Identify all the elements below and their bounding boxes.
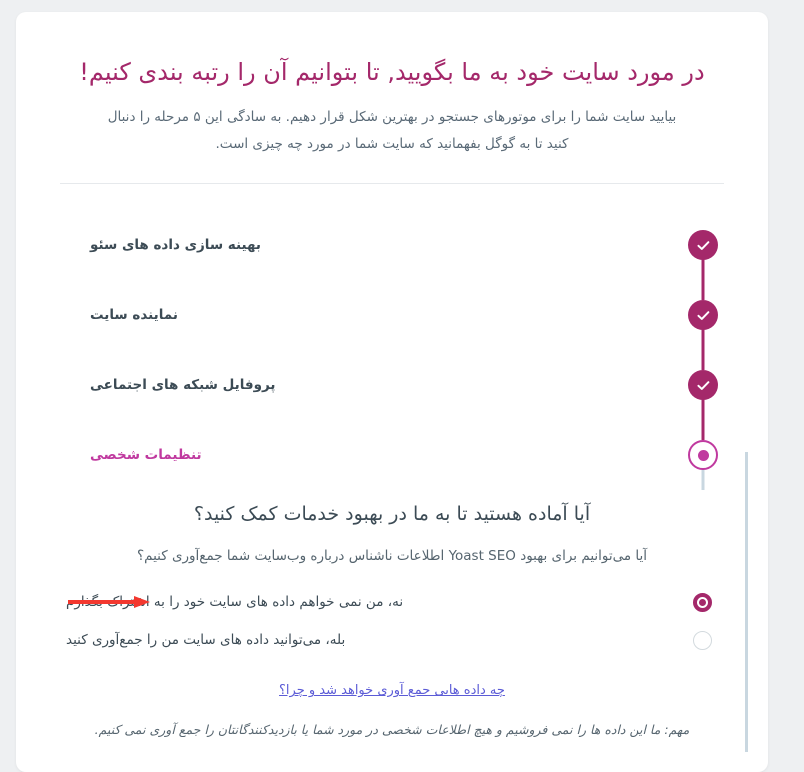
step-label: نماینده سایت <box>90 307 178 324</box>
step-marker-wrap <box>682 335 724 421</box>
intro-paragraph: بیایید سایت شما را برای موتورهای جستجو د… <box>107 109 677 152</box>
step-connector <box>701 405 705 441</box>
option-label: بله، می‌توانید داده های سایت من را جمع‌آ… <box>66 632 346 649</box>
stepper-tail-line <box>745 452 748 752</box>
step-item-personal-preferences[interactable]: تنظیمات شخصی <box>60 405 724 491</box>
step-label: پروفایل شبکه های اجتماعی <box>90 377 276 394</box>
step-connector <box>701 335 705 371</box>
radio-button-icon[interactable] <box>692 592 712 612</box>
check-icon <box>688 370 718 401</box>
step-marker-wrap <box>682 265 724 351</box>
dot-icon-core <box>697 449 709 461</box>
step-marker-wrap <box>682 405 724 491</box>
wizard-card-inner: در مورد سایت خود به ما بگویید, تا بتوانی… <box>16 12 768 740</box>
options-list: نه، من نمی خواهم داده های سایت خود را به… <box>60 583 724 659</box>
option-row-accept[interactable]: بله، می‌توانید داده های سایت من را جمع‌آ… <box>60 621 724 659</box>
page-title: در مورد سایت خود به ما بگویید, تا بتوانی… <box>79 58 705 86</box>
question-subtitle: آیا می‌توانیم برای بهبود Yoast SEO اطلاع… <box>136 547 648 564</box>
dot-icon <box>688 440 718 471</box>
step-connector <box>701 265 705 301</box>
radio-accept[interactable] <box>680 630 724 650</box>
wizard-card: در مورد سایت خود به ما بگویید, تا بتوانی… <box>16 12 768 772</box>
question-title: آیا آماده هستید تا به ما در بهبود خدمات … <box>193 503 591 526</box>
privacy-footer-note: مهم: ما این داده ها را نمی فروشیم و هیچ … <box>94 722 690 738</box>
step-item-seo-data-optimization[interactable]: بهینه سازی داده های سئو <box>60 210 724 281</box>
stepper: بهینه سازی داده های سئو نماینده سایت پرو… <box>60 184 724 491</box>
radio-decline[interactable] <box>680 592 724 612</box>
step-item-social-profiles[interactable]: پروفایل شبکه های اجتماعی <box>60 335 724 421</box>
what-data-collected-link[interactable]: چه داده هایی جمع آوری خواهد شد و چرا؟ <box>60 683 724 698</box>
radio-button-icon[interactable] <box>692 630 712 650</box>
option-label: نه، من نمی خواهم داده های سایت خود را به… <box>66 594 404 611</box>
step-label-active: تنظیمات شخصی <box>90 447 202 464</box>
radio-dot <box>698 598 706 606</box>
step-label: بهینه سازی داده های سئو <box>90 237 261 254</box>
step-marker-wrap <box>682 230 724 281</box>
check-icon <box>688 300 718 331</box>
step-item-site-representative[interactable]: نماینده سایت <box>60 265 724 351</box>
check-icon <box>688 230 718 261</box>
option-row-decline[interactable]: نه، من نمی خواهم داده های سایت خود را به… <box>60 583 724 621</box>
question-panel: آیا آماده هستید تا به ما در بهبود خدمات … <box>60 490 724 740</box>
